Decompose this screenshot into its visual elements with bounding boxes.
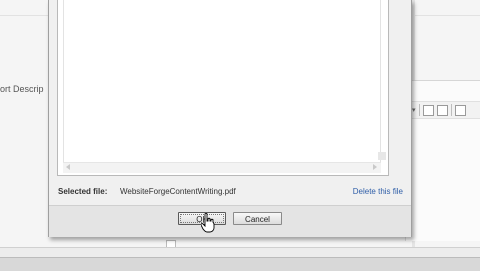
short-description-label: ort Descrip — [0, 84, 44, 94]
dialog-button-bar: OK Cancel — [49, 205, 411, 237]
horizontal-scrollbar[interactable] — [63, 162, 381, 173]
scroll-left-icon[interactable] — [66, 164, 70, 170]
cancel-button[interactable]: Cancel — [233, 212, 282, 225]
editor-toolbar: ▾ — [408, 101, 480, 119]
scrollbar-grip[interactable] — [378, 152, 386, 160]
hand-pointer-icon — [201, 213, 215, 233]
toolbar-separator — [418, 104, 420, 116]
scroll-right-icon[interactable] — [373, 164, 377, 170]
toolbar-separator — [450, 104, 452, 116]
selected-file-label: Selected file: — [58, 187, 108, 196]
dropdown-arrow-icon[interactable]: ▾ — [412, 106, 416, 114]
file-preview-area — [57, 0, 389, 176]
delete-file-link[interactable]: Delete this file — [353, 187, 403, 196]
taskbar — [0, 257, 480, 271]
file-preview-content — [63, 0, 381, 163]
image-icon[interactable] — [422, 104, 434, 116]
table-icon[interactable] — [436, 104, 448, 116]
file-upload-dialog: Selected file: WebsiteForgeContentWritin… — [48, 0, 412, 237]
selected-file-name: WebsiteForgeContentWriting.pdf — [120, 187, 236, 196]
source-icon[interactable] — [454, 104, 466, 116]
